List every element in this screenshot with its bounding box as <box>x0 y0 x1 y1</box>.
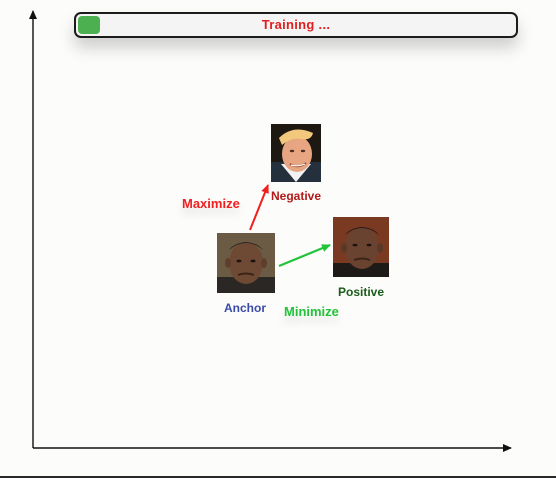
positive-face-image <box>333 217 389 277</box>
positive-label: Positive <box>338 285 385 299</box>
negative-face-image <box>271 124 321 182</box>
maximize-label: Maximize <box>182 196 240 211</box>
negative-label: Negative <box>271 189 322 203</box>
diagram-canvas: Training ... Negative Positive Anchor Ma… <box>0 0 556 478</box>
maximize-arrow <box>249 184 269 231</box>
minimize-label: Minimize <box>284 304 339 319</box>
progress-label: Training ... <box>261 17 331 32</box>
training-progress-bar: Training ... <box>74 12 518 38</box>
anchor-face-image <box>217 233 275 293</box>
embedding-space-axes <box>29 10 512 452</box>
anchor-label: Anchor <box>224 301 266 315</box>
minimize-arrow <box>278 243 331 268</box>
